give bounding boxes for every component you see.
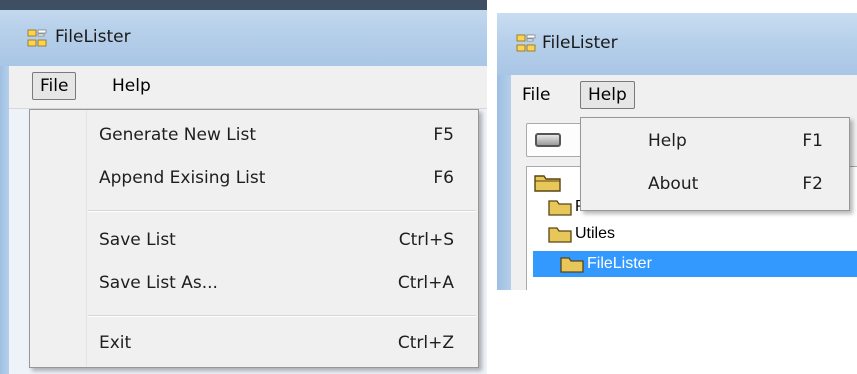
tree-item-label: Utiles <box>575 225 616 243</box>
menu-item-shortcut: F1 <box>802 131 823 151</box>
folder-icon <box>560 257 584 273</box>
file-menu-dropdown: Generate New List F5 Append Exising List… <box>29 109 479 368</box>
help-menu-dropdown: Help F1 About F2 <box>580 117 850 211</box>
tree-item-root[interactable] <box>533 171 565 193</box>
menu-item-append-existing-list[interactable]: Append Exising List F6 <box>86 159 478 199</box>
menu-file[interactable]: File <box>515 82 557 108</box>
menu-item-label: Append Exising List <box>99 168 266 188</box>
drive-icon <box>535 133 561 147</box>
menu-item-shortcut: Ctrl+A <box>397 273 454 293</box>
menu-separator <box>88 210 476 212</box>
menu-item-save-list[interactable]: Save List Ctrl+S <box>86 221 478 261</box>
menu-file[interactable]: File <box>32 72 77 100</box>
menu-item-label: Save List As... <box>99 273 218 293</box>
menu-item-label: Help <box>648 131 687 151</box>
app-icon <box>516 34 536 52</box>
window-frame-left <box>0 66 9 374</box>
tree-item-label: FileLister <box>587 255 652 272</box>
menu-item-generate-new-list[interactable]: Generate New List F5 <box>86 116 478 156</box>
menu-icon-gutter <box>30 110 87 367</box>
menu-separator <box>88 315 476 317</box>
menu-item-shortcut: F5 <box>433 125 454 145</box>
window-title: FileLister <box>55 27 131 47</box>
desktop-strip <box>0 0 487 10</box>
menu-item-help[interactable]: Help F1 <box>581 122 849 162</box>
menu-item-label: Save List <box>99 230 176 250</box>
folder-icon <box>548 227 572 243</box>
menu-item-save-list-as[interactable]: Save List As... Ctrl+A <box>86 264 478 304</box>
menu-help[interactable]: Help <box>580 81 635 109</box>
menu-item-shortcut: Ctrl+Z <box>397 333 454 353</box>
window-frame-left <box>497 75 511 290</box>
tree-item-filelister[interactable]: FileLister <box>533 251 857 277</box>
menu-bar: File Help <box>9 66 487 109</box>
menu-item-exit[interactable]: Exit Ctrl+Z <box>86 324 478 364</box>
filelister-window-file-menu: FileLister File Help Generate New List F… <box>0 0 487 374</box>
filelister-window-help-menu: FileLister File Help Portable Utiles <box>497 13 857 290</box>
tree-item-utiles[interactable]: Utiles <box>547 224 615 244</box>
window-title: FileLister <box>542 33 618 53</box>
menu-item-shortcut: F6 <box>433 168 454 188</box>
menu-item-about[interactable]: About F2 <box>581 165 849 205</box>
menu-item-label: Generate New List <box>99 125 257 145</box>
menu-item-shortcut: F2 <box>802 174 823 194</box>
app-icon <box>27 29 47 47</box>
menu-help[interactable]: Help <box>105 73 158 99</box>
menu-item-label: About <box>648 174 699 194</box>
folder-icon <box>548 200 572 216</box>
menu-item-label: Exit <box>99 333 132 353</box>
folder-icon <box>534 175 561 192</box>
menu-item-shortcut: Ctrl+S <box>398 230 454 250</box>
menu-bar: File Help <box>511 75 857 118</box>
